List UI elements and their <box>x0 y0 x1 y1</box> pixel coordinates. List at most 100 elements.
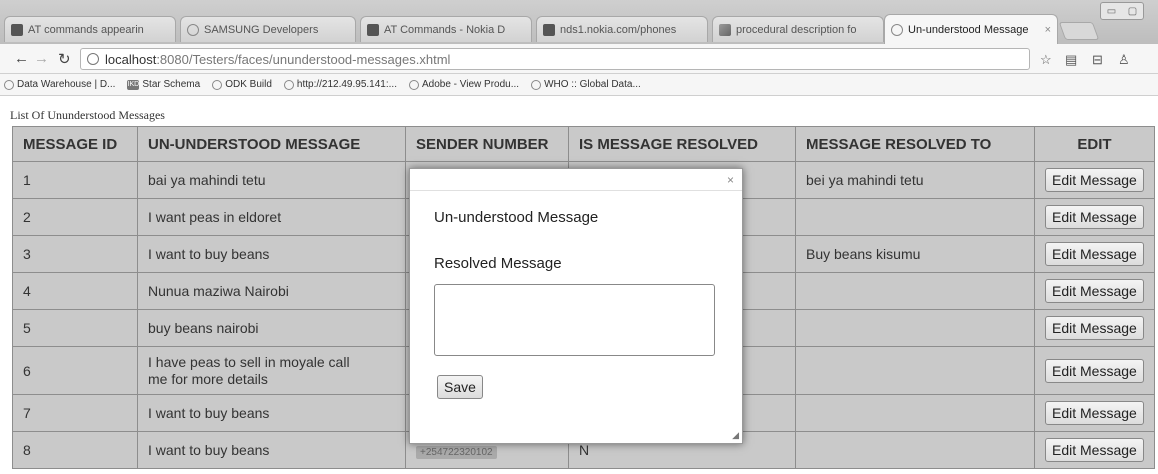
image-icon <box>719 23 731 36</box>
cell-edit: Edit Message <box>1034 394 1155 432</box>
cell-message: I want to buy beans <box>137 394 406 432</box>
cell-id: 6 <box>12 346 138 395</box>
globe-icon <box>212 79 223 90</box>
globe-icon <box>4 79 14 90</box>
loading-icon <box>891 23 903 36</box>
bookmark-star-schema[interactable]: IKD Star Schema <box>127 79 200 90</box>
minimize-icon[interactable]: ▭ <box>1107 6 1116 17</box>
edit-message-button[interactable]: Edit Message <box>1045 316 1144 340</box>
tab-label: SAMSUNG Developers <box>204 23 319 36</box>
bookmark-data-warehouse[interactable]: Data Warehouse | D... <box>4 79 115 90</box>
edit-message-button[interactable]: Edit Message <box>1045 358 1144 383</box>
edit-message-button[interactable]: Edit Message <box>1045 168 1144 192</box>
cell-resolved-to <box>795 346 1035 395</box>
tab-procedural-description[interactable]: procedural description fo <box>712 16 884 42</box>
resolved-message-label: Resolved Message <box>434 255 562 272</box>
cell-resolved-to: bei ya mahindi tetu <box>795 161 1035 199</box>
cell-message: I want to buy beans <box>137 431 406 469</box>
cell-id: 7 <box>12 394 138 432</box>
globe-icon <box>87 53 99 65</box>
cell-message: I want peas in eldoret <box>137 198 406 236</box>
close-tab-icon[interactable]: × <box>1045 24 1051 36</box>
bookmark-label: Star Schema <box>142 79 201 90</box>
url-host: localhost <box>105 51 157 67</box>
resolved-message-input[interactable] <box>434 284 715 356</box>
cell-edit: Edit Message <box>1034 198 1155 236</box>
cell-resolved-to <box>795 394 1035 432</box>
star-icon[interactable]: ☆ <box>1040 52 1052 68</box>
tab-label: AT Commands - Nokia D <box>384 23 506 36</box>
cell-resolved-to <box>795 431 1035 469</box>
maximize-icon[interactable]: ▢ <box>1128 6 1137 17</box>
cell-resolved-to: Buy beans kisumu <box>795 235 1035 273</box>
tab-label: Un-understood Message <box>908 23 1029 36</box>
tab-label: AT commands appearin <box>28 23 144 36</box>
column-header-message: UN-UNDERSTOOD MESSAGE <box>137 126 406 162</box>
globe-icon <box>283 79 294 90</box>
forward-arrow-icon[interactable]: → <box>34 50 49 67</box>
reload-icon[interactable]: ↻ <box>58 50 71 68</box>
column-header-message-id: MESSAGE ID <box>12 126 138 162</box>
tab-samsung-developers[interactable]: SAMSUNG Developers <box>180 16 356 42</box>
resize-grip-icon[interactable]: ◢ <box>732 430 739 441</box>
cell-resolved-to <box>795 309 1035 347</box>
new-tab-button[interactable] <box>1058 22 1100 40</box>
cell-message: I want to buy beans <box>137 235 406 273</box>
extension-icon[interactable]: ▤ <box>1065 52 1077 68</box>
close-icon[interactable]: × <box>727 173 734 187</box>
cell-id: 4 <box>12 272 138 310</box>
cell-message: bai ya mahindi tetu <box>137 161 406 199</box>
page-icon <box>543 23 555 36</box>
column-header-edit: EDIT <box>1034 126 1155 162</box>
back-arrow-icon[interactable]: ← <box>14 50 29 67</box>
column-header-resolved-to: MESSAGE RESOLVED TO <box>795 126 1035 162</box>
bookmark-label: Adobe - View Produ... <box>421 79 520 90</box>
save-button[interactable]: Save <box>437 375 483 399</box>
bookmark-ip-address[interactable]: http://212.49.95.141:... <box>283 79 397 90</box>
bookmark-adobe[interactable]: Adobe - View Produ... <box>408 79 520 90</box>
tab-ununderstood-messages[interactable]: Un-understood Message × <box>884 14 1058 44</box>
url-path: :8080/Testers/faces/ununderstood-message… <box>156 51 451 67</box>
tab-nokia-at-commands[interactable]: AT Commands - Nokia D <box>360 16 532 42</box>
edit-message-button[interactable]: Edit Message <box>1045 205 1144 229</box>
column-header-sender: SENDER NUMBER <box>405 126 569 162</box>
extension2-icon[interactable]: ⊟ <box>1092 52 1103 68</box>
address-bar[interactable]: localhost:8080/Testers/faces/ununderstoo… <box>80 48 1030 70</box>
globe-icon <box>408 79 419 90</box>
page-icon <box>367 23 379 36</box>
cell-resolved-to <box>795 198 1035 236</box>
edit-message-button[interactable]: Edit Message <box>1045 279 1144 303</box>
cell-edit: Edit Message <box>1034 309 1155 347</box>
cell-edit: Edit Message <box>1034 431 1155 469</box>
who-icon <box>531 79 542 90</box>
bookmark-odk-build[interactable]: ODK Build <box>212 79 272 90</box>
tab-nokia-phones[interactable]: nds1.nokia.com/phones <box>536 16 708 42</box>
tab-strip: AT commands appearin SAMSUNG Developers … <box>0 0 1158 44</box>
tab-at-commands[interactable]: AT commands appearin <box>4 16 176 42</box>
cell-message: I have peas to sell in moyale call me fo… <box>137 346 406 395</box>
edit-message-button[interactable]: Edit Message <box>1045 438 1144 462</box>
cell-edit: Edit Message <box>1034 235 1155 273</box>
page-caption: List Of Ununderstood Messages <box>10 108 165 122</box>
cell-message: Nunua maziwa Nairobi <box>137 272 406 310</box>
edit-message-button[interactable]: Edit Message <box>1045 242 1144 266</box>
table-header-row: MESSAGE ID UN-UNDERSTOOD MESSAGE SENDER … <box>12 126 1155 162</box>
ikd-icon: IKD <box>127 79 140 90</box>
dialog-titlebar[interactable]: × <box>410 169 742 191</box>
cell-id: 5 <box>12 309 138 347</box>
bookmark-who[interactable]: WHO :: Global Data... <box>531 79 641 90</box>
ununderstood-message-label: Un-understood Message <box>434 209 599 226</box>
cell-resolved-to <box>795 272 1035 310</box>
browser-toolbar: ← → ↻ localhost:8080/Testers/faces/unund… <box>0 44 1158 74</box>
window-controls[interactable]: ▭ ▢ <box>1100 2 1144 20</box>
globe-icon <box>187 23 199 36</box>
wrench-icon[interactable]: ♙ <box>1118 52 1130 68</box>
bookmark-label: ODK Build <box>225 79 272 90</box>
cell-edit: Edit Message <box>1034 272 1155 310</box>
edit-message-dialog: × Un-understood Message Resolved Message… <box>409 168 743 444</box>
edit-message-button[interactable]: Edit Message <box>1045 401 1144 425</box>
cell-edit: Edit Message <box>1034 346 1155 395</box>
cell-id: 2 <box>12 198 138 236</box>
bookmark-label: Data Warehouse | D... <box>17 79 116 90</box>
column-header-resolved: IS MESSAGE RESOLVED <box>568 126 796 162</box>
